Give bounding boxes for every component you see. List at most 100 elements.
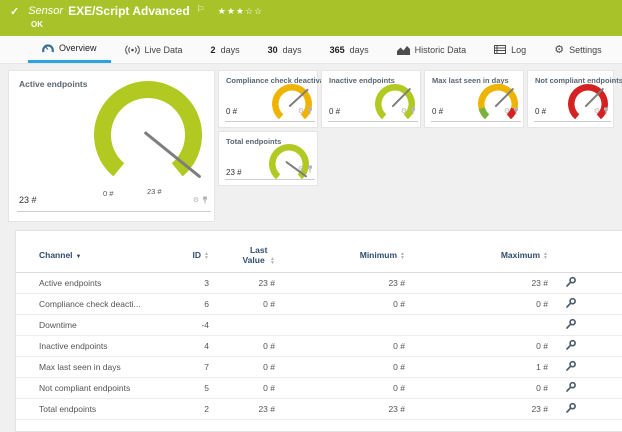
cell-min: 0 # xyxy=(275,357,405,378)
tab-number: 30 xyxy=(268,45,278,55)
tab-historic-data[interactable]: Historic Data xyxy=(383,36,481,63)
gauge-value: 23 # xyxy=(19,195,37,205)
tab-settings[interactable]: ⚙Settings xyxy=(540,36,615,63)
column-header-last-value[interactable]: LastValue ▲▼ xyxy=(209,235,275,273)
tile-pin-icon[interactable] xyxy=(603,102,609,120)
tile-pin-icon[interactable] xyxy=(202,191,208,209)
table-row[interactable]: Not compliant endpoints50 #0 #0 # xyxy=(16,378,622,399)
cell-max: 1 # xyxy=(405,357,548,378)
column-header-id[interactable]: ID▲▼ xyxy=(161,235,209,273)
tab-365-days[interactable]: 365days xyxy=(316,36,383,63)
gauge-tile-compliance-check-deactivated[interactable]: Compliance check deactivated0 #⚙ xyxy=(218,70,318,128)
cell-max xyxy=(405,315,548,336)
channel-settings-icon[interactable] xyxy=(565,339,577,353)
log-icon xyxy=(494,45,506,54)
channel-settings-icon[interactable] xyxy=(565,297,577,311)
tab-live-data[interactable]: Live Data xyxy=(111,36,197,63)
broadcast-icon xyxy=(125,45,140,55)
table-row[interactable]: Downtime-4 xyxy=(16,315,622,336)
tab-2-days[interactable]: 2 days xyxy=(197,36,254,63)
cell-channel: Downtime xyxy=(16,315,161,336)
tile-gear-icon[interactable]: ⚙ xyxy=(401,108,407,115)
tile-gear-icon[interactable]: ⚙ xyxy=(193,197,199,204)
gauge-tile-inactive-endpoints[interactable]: Inactive endpoints0 #⚙ xyxy=(321,70,421,128)
table-row[interactable]: Max last seen in days70 #0 #1 # xyxy=(16,357,622,378)
cell-min: 23 # xyxy=(275,273,405,294)
tab-log[interactable]: Log xyxy=(480,36,540,63)
cell-last: 23 # xyxy=(209,399,275,420)
tile-pin-icon[interactable] xyxy=(307,160,313,178)
gauge-tile-total-endpoints[interactable]: Total endpoints23 #⚙ xyxy=(218,131,318,186)
cell-min xyxy=(275,315,405,336)
gauge-tile-active-endpoints[interactable]: Active endpoints0 #23 #23 #⚙ xyxy=(8,70,215,222)
cell-id: 3 xyxy=(161,273,209,294)
tile-pin-icon[interactable] xyxy=(410,102,416,120)
tile-divider xyxy=(431,121,521,122)
gauge-scale-max: 23 # xyxy=(147,187,162,196)
cell-id: 7 xyxy=(161,357,209,378)
channel-settings-icon[interactable] xyxy=(565,360,577,374)
tab-30-days[interactable]: 30 days xyxy=(254,36,316,63)
channel-settings-icon[interactable] xyxy=(565,381,577,395)
tile-gear-icon[interactable]: ⚙ xyxy=(298,166,304,173)
gauge-tile-max-last-seen-in-days[interactable]: Max last seen in days0 #⚙ xyxy=(424,70,524,128)
sort-arrows-icon: ▲▼ xyxy=(543,252,548,260)
channel-settings-icon[interactable] xyxy=(565,318,577,332)
status-check-icon: ✓ xyxy=(10,5,19,18)
cell-max: 23 # xyxy=(405,399,548,420)
sorted-desc-icon: ▼ xyxy=(76,254,82,260)
column-header-maximum[interactable]: Maximum▲▼ xyxy=(405,235,548,273)
cell-max: 23 # xyxy=(405,273,548,294)
sort-arrows-icon: ▲▼ xyxy=(204,252,209,260)
tile-pin-icon[interactable] xyxy=(307,102,313,120)
table-row[interactable]: Inactive endpoints40 #0 #0 # xyxy=(16,336,622,357)
sensor-header-line: ✓ Sensor EXE/Script Advanced ⚐ ★★★☆☆ xyxy=(10,4,612,18)
cell-max: 0 # xyxy=(405,336,548,357)
cell-id: 6 xyxy=(161,294,209,315)
table-row[interactable]: Compliance check deacti...60 #0 #0 # xyxy=(16,294,622,315)
table-row[interactable]: Active endpoints323 #23 #23 # xyxy=(16,273,622,294)
cell-channel: Not compliant endpoints xyxy=(16,378,161,399)
column-header-channel[interactable]: Channel▼ xyxy=(16,235,161,273)
tab-label: days xyxy=(221,45,240,55)
gauge-value: 0 # xyxy=(432,107,443,116)
tab-label: Settings xyxy=(569,45,602,55)
channel-table: Channel▼ID▲▼LastValue ▲▼Minimum▲▼Maximum… xyxy=(16,235,622,420)
cell-last: 0 # xyxy=(209,294,275,315)
gauges-section: Active endpoints0 #23 #23 #⚙Compliance c… xyxy=(0,64,622,230)
tile-gear-icon[interactable]: ⚙ xyxy=(504,108,510,115)
tab-overview[interactable]: Overview xyxy=(28,36,111,63)
cell-channel: Compliance check deacti... xyxy=(16,294,161,315)
channel-table-panel: Channel▼ID▲▼LastValue ▲▼Minimum▲▼Maximum… xyxy=(15,230,622,432)
cell-channel: Total endpoints xyxy=(16,399,161,420)
tile-divider xyxy=(328,121,418,122)
cell-id: -4 xyxy=(161,315,209,336)
sensor-title: EXE/Script Advanced xyxy=(68,4,190,18)
cell-max: 0 # xyxy=(405,378,548,399)
tile-gear-icon[interactable]: ⚙ xyxy=(594,108,600,115)
tab-number: 2 xyxy=(211,45,216,55)
column-header-minimum[interactable]: Minimum▲▼ xyxy=(275,235,405,273)
chart-icon xyxy=(397,45,410,55)
tab-label: days xyxy=(350,45,369,55)
table-row[interactable]: Total endpoints223 #23 #23 # xyxy=(16,399,622,420)
tab-label: days xyxy=(283,45,302,55)
channel-settings-icon[interactable] xyxy=(565,276,577,290)
gauge-arc xyxy=(73,71,223,199)
cell-last: 0 # xyxy=(209,336,275,357)
priority-stars[interactable]: ★★★☆☆ xyxy=(218,6,263,17)
gauge-tile-not-compliant-endpoints[interactable]: Not compliant endpoints0 #⚙ xyxy=(527,70,614,128)
cell-last: 0 # xyxy=(209,357,275,378)
tile-gear-icon[interactable]: ⚙ xyxy=(298,108,304,115)
channel-settings-icon[interactable] xyxy=(565,402,577,416)
cell-max: 0 # xyxy=(405,294,548,315)
cell-last: 23 # xyxy=(209,273,275,294)
tile-pin-icon[interactable] xyxy=(513,102,519,120)
cell-min: 0 # xyxy=(275,336,405,357)
tab-label: Historic Data xyxy=(415,45,467,55)
gauge-value: 0 # xyxy=(535,107,546,116)
gauge-value: 23 # xyxy=(226,168,242,177)
cell-channel: Inactive endpoints xyxy=(16,336,161,357)
priority-flag-icon[interactable]: ⚐ xyxy=(197,4,205,15)
sensor-kind-label: Sensor xyxy=(28,5,63,17)
